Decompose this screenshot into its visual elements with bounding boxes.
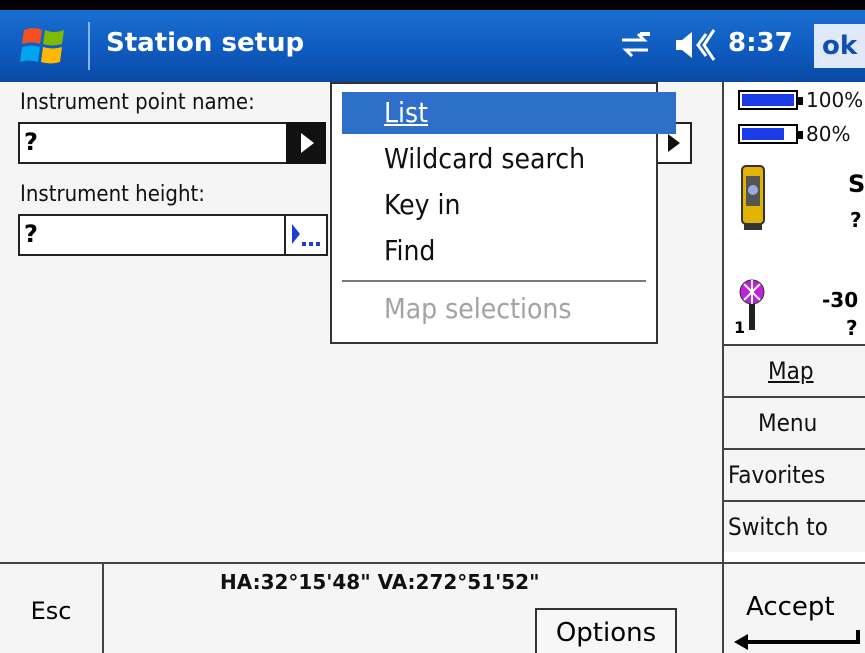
connectivity-icon[interactable] xyxy=(618,30,652,60)
target-value: ? xyxy=(846,316,858,340)
screen: Station setup 8:37 ok Instrument point n… xyxy=(0,10,865,653)
accept-label: Accept xyxy=(746,592,835,622)
menu-divider xyxy=(342,280,646,282)
accept-button[interactable]: Accept xyxy=(722,562,865,653)
ok-button[interactable]: ok xyxy=(814,24,865,68)
enter-arrow-icon xyxy=(734,630,860,650)
total-station-icon[interactable] xyxy=(738,162,768,232)
instrument-height-label: Instrument height: xyxy=(20,182,205,207)
angle-readout: HA:32°15'48" VA:272°51'52" xyxy=(220,570,540,594)
clock[interactable]: 8:37 xyxy=(728,28,793,58)
window-title: Station setup xyxy=(106,28,305,58)
battery2-percent: 80% xyxy=(806,122,851,146)
instrument-point-input[interactable]: ? xyxy=(18,122,288,164)
menu-item-key-in[interactable]: Key in xyxy=(342,184,676,226)
triangle-right-icon xyxy=(301,133,314,153)
windows-start-icon[interactable] xyxy=(18,24,72,68)
arrow-more-icon xyxy=(292,224,320,246)
target-height: -30 xyxy=(822,288,859,312)
volume-icon[interactable] xyxy=(672,28,718,62)
menu-button[interactable]: Menu xyxy=(724,396,865,448)
map-button[interactable]: Map xyxy=(724,344,865,396)
target-number: 1 xyxy=(734,318,746,337)
instrument-height-popup-button[interactable] xyxy=(284,214,328,256)
title-bar: Station setup 8:37 ok xyxy=(0,10,865,82)
esc-button[interactable]: Esc xyxy=(0,564,104,653)
favorites-button[interactable]: Favorites xyxy=(724,448,865,500)
instrument-height-input[interactable]: ? xyxy=(18,214,286,256)
menu-item-list[interactable]: List xyxy=(342,92,676,134)
instrument-point-label: Instrument point name: xyxy=(20,90,255,115)
instrument-value: ? xyxy=(850,208,862,232)
bottom-bar: Esc HA:32°15'48" VA:272°51'52" Options xyxy=(0,562,722,653)
menu-item-map-selections: Map selections xyxy=(384,292,572,325)
options-button[interactable]: Options xyxy=(535,608,677,653)
battery1-percent: 100% xyxy=(806,88,864,112)
battery1-icon[interactable] xyxy=(738,90,803,110)
menu-item-wildcard-search[interactable]: Wildcard search xyxy=(342,138,676,180)
battery2-icon[interactable] xyxy=(738,124,803,144)
switch-to-button[interactable]: Switch to xyxy=(724,500,865,552)
dropdown-menu: List Wildcard search Key in Find Map sel… xyxy=(330,82,676,344)
title-separator xyxy=(88,22,90,70)
instrument-letter: S xyxy=(848,170,865,198)
menu-item-find[interactable]: Find xyxy=(342,230,676,272)
instrument-point-dropdown-button[interactable] xyxy=(286,122,326,164)
